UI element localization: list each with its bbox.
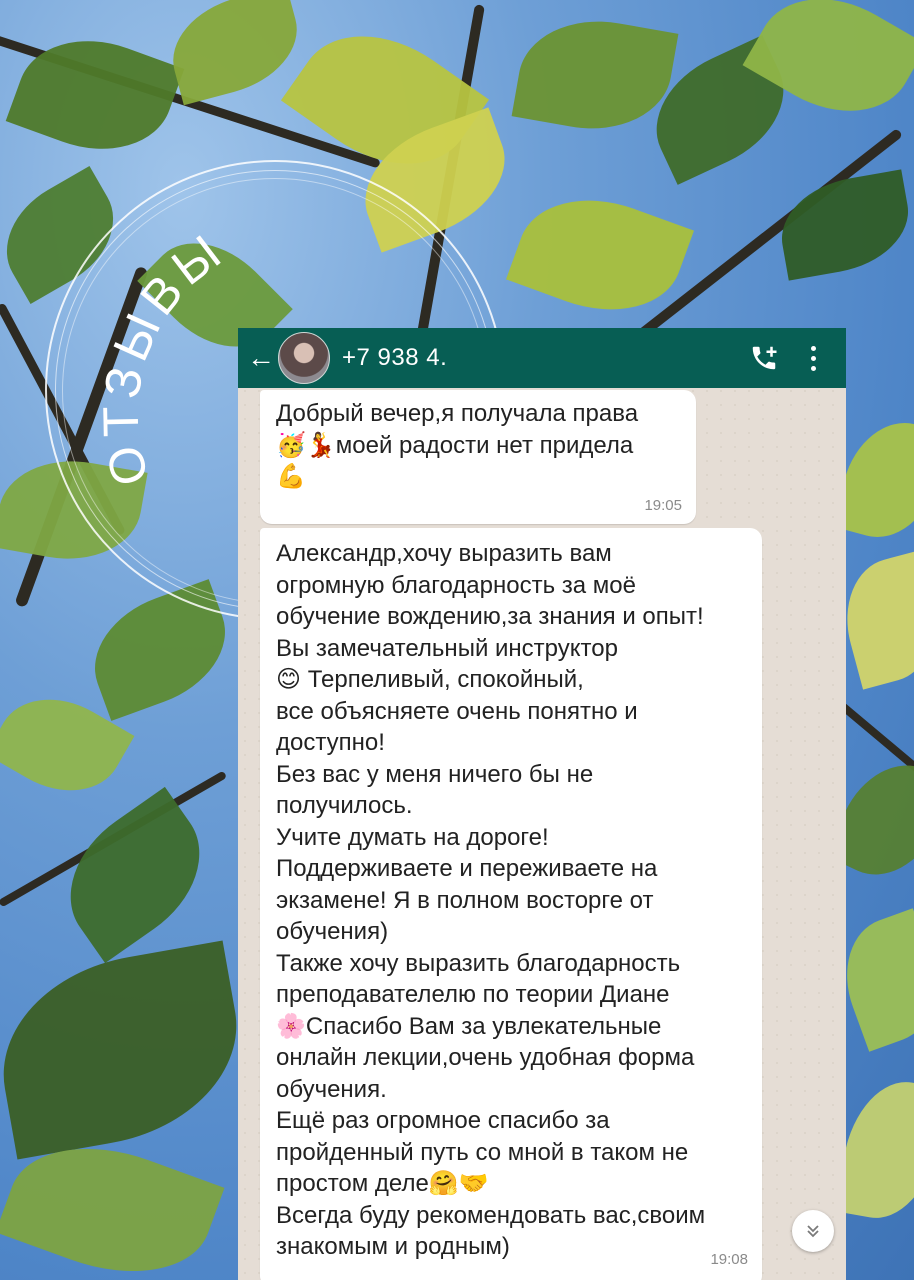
message-text: Добрый вечер,я получала права 🥳💃моей рад… <box>276 400 639 490</box>
contact-avatar[interactable] <box>278 332 330 384</box>
contact-name[interactable]: +7 938 4. <box>342 344 447 372</box>
add-call-icon[interactable] <box>744 338 784 378</box>
message-bubble[interactable]: Добрый вечер,я получала права 🥳💃моей рад… <box>260 390 696 524</box>
message-time: 19:05 <box>644 497 682 514</box>
arrow-left-icon[interactable]: ← <box>246 328 276 388</box>
chat-app-bar: ← +7 938 4. <box>238 328 846 388</box>
more-vert-icon[interactable] <box>806 338 820 378</box>
message-bubble[interactable]: Александр,хочу выразить вам огромную бла… <box>260 528 762 1280</box>
message-text: Александр,хочу выразить вам огромную бла… <box>276 540 706 1260</box>
message-time: 19:08 <box>710 1251 748 1268</box>
scroll-down-button[interactable] <box>792 1210 834 1252</box>
double-chevron-down-icon <box>807 1225 819 1238</box>
chat-screenshot: ← +7 938 4. Добрый вечер,я получала прав… <box>238 328 846 1280</box>
